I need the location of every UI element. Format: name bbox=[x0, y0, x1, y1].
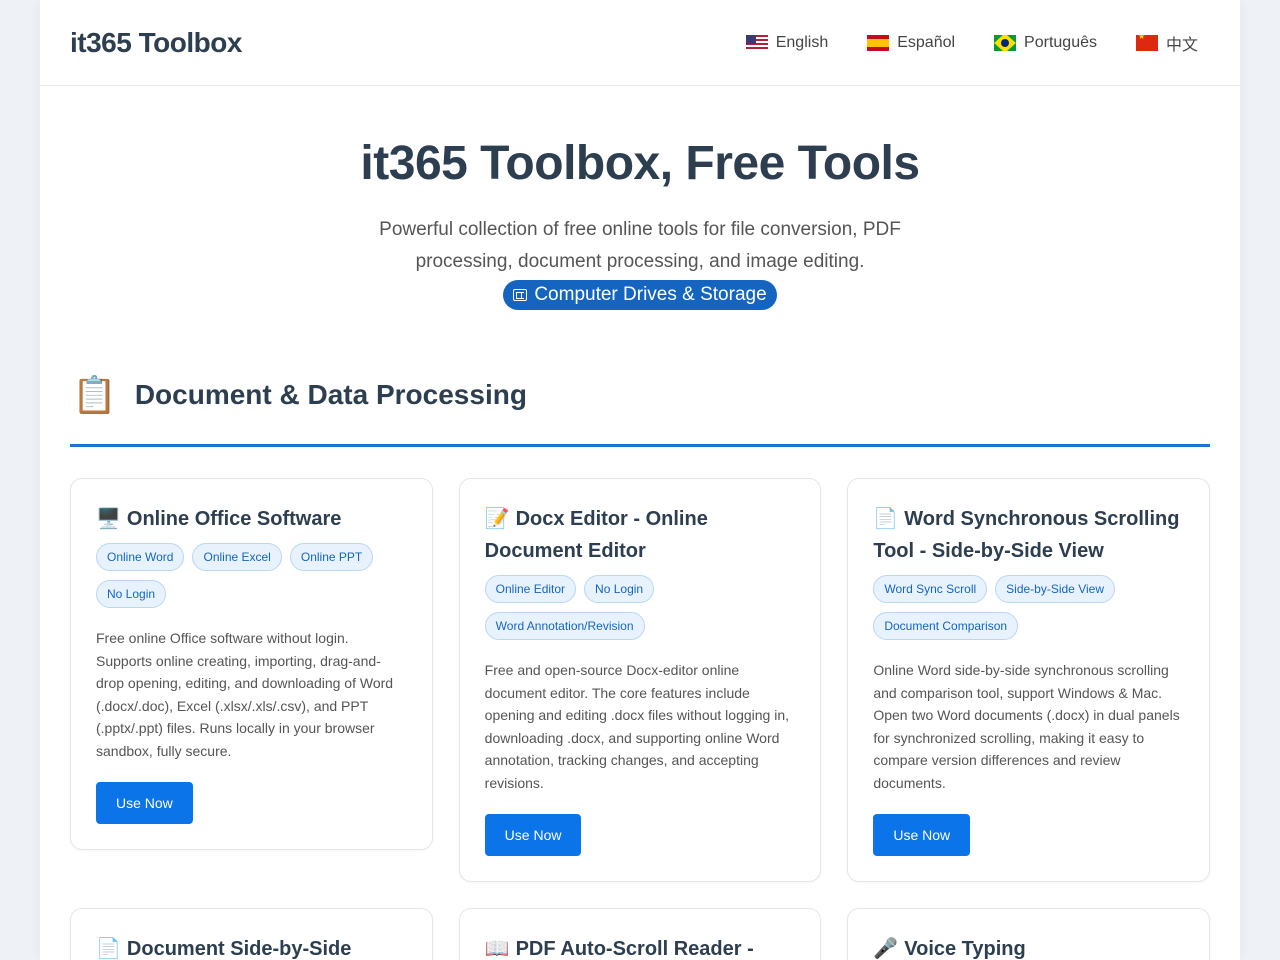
tag[interactable]: Online Excel bbox=[192, 543, 282, 571]
card-title: 🎤 Voice Typing bbox=[873, 938, 1026, 960]
spain-flag-icon bbox=[867, 34, 890, 51]
card-tags: Online Editor No Login Word Annotation/R… bbox=[484, 575, 796, 640]
card-description: Free online Office software without logi… bbox=[96, 630, 394, 759]
hero-section: it365 Toolbox, Free Tools Powerful colle… bbox=[40, 86, 1240, 310]
lang-label: Português bbox=[1024, 33, 1097, 51]
tag[interactable]: Online PPT bbox=[289, 543, 374, 571]
tag[interactable]: Online Word bbox=[96, 543, 185, 571]
tool-card-pdf-auto-scroll: 📖 PDF Auto-Scroll Reader - bbox=[458, 908, 822, 960]
use-now-button[interactable]: Use Now bbox=[873, 814, 971, 856]
use-now-button[interactable]: Use Now bbox=[96, 782, 193, 824]
tool-cards-row-2: 📄 Document Side-by-Side 📖 PDF Auto-Scroll … bbox=[40, 882, 1240, 960]
tag[interactable]: Document Comparison bbox=[873, 612, 1019, 640]
clipboard-icon: 📋 bbox=[72, 373, 117, 415]
tag[interactable]: Word Annotation/Revision bbox=[484, 612, 645, 640]
memo-icon: 📝 bbox=[484, 508, 510, 530]
site-logo[interactable]: it365 Toolbox bbox=[70, 27, 242, 59]
microphone-icon: 🎤 bbox=[873, 938, 899, 960]
lang-label: Español bbox=[897, 33, 956, 51]
tool-card-docx-editor: 📝 Docx Editor - Online Document Editor On… bbox=[458, 478, 822, 882]
tag[interactable]: No Login bbox=[584, 575, 655, 603]
lang-chinese-link[interactable]: 中文 bbox=[1135, 31, 1198, 55]
lang-label: English bbox=[775, 33, 829, 51]
card-tags: Word Sync Scroll Side-by-Side View Docum… bbox=[873, 575, 1184, 640]
section-title: Document & Data Processing bbox=[134, 378, 527, 410]
lang-spanish-link[interactable]: Español bbox=[867, 34, 955, 52]
tag[interactable]: Side-by-Side View bbox=[995, 575, 1115, 603]
card-title: 📄 Word Synchronous Scrolling Tool - Side-… bbox=[873, 508, 1180, 562]
lang-portuguese-link[interactable]: Português bbox=[994, 34, 1097, 52]
us-flag-icon bbox=[745, 34, 768, 51]
tool-card-word-sync-scroll: 📄 Word Synchronous Scrolling Tool - Side-… bbox=[847, 478, 1211, 882]
tool-card-voice-typing: 🎤 Voice Typing bbox=[847, 908, 1211, 960]
tool-cards-row: 🖥️ Online Office Software Online Word Onl… bbox=[40, 447, 1240, 882]
section-header: 📋 Document & Data Processing bbox=[70, 365, 1210, 447]
card-title: 📝 Docx Editor - Online Document Editor bbox=[484, 508, 708, 562]
card-title: 🖥️ Online Office Software bbox=[96, 508, 342, 530]
page-title: it365 Toolbox, Free Tools bbox=[360, 137, 920, 190]
document-icon: 📄 bbox=[96, 938, 121, 960]
computer-icon: 🖥️ bbox=[96, 508, 121, 530]
drives-storage-link[interactable]: Computer Drives & Storage bbox=[503, 280, 777, 310]
lang-label: 中文 bbox=[1165, 36, 1198, 54]
lang-english-link[interactable]: English bbox=[745, 33, 829, 52]
card-title: 📄 Document Side-by-Side bbox=[96, 938, 352, 960]
card-description: Free and open-source Docx-editor online … bbox=[484, 662, 789, 791]
card-tags: Online Word Online Excel Online PPT No L… bbox=[96, 543, 407, 608]
use-now-button[interactable]: Use Now bbox=[484, 814, 582, 856]
tag[interactable]: No Login bbox=[96, 580, 167, 608]
brazil-flag-icon bbox=[994, 34, 1017, 51]
china-flag-icon bbox=[1135, 34, 1158, 51]
card-title: 📖 PDF Auto-Scroll Reader - bbox=[484, 938, 754, 960]
storage-card-icon bbox=[513, 289, 528, 301]
pill-label: Computer Drives & Storage bbox=[534, 284, 767, 305]
page-container: it365 Toolbox English Español Português … bbox=[40, 0, 1240, 960]
tool-card-online-office: 🖥️ Online Office Software Online Word Onl… bbox=[70, 478, 433, 850]
site-header: it365 Toolbox English Español Português … bbox=[40, 0, 1240, 86]
tag[interactable]: Word Sync Scroll bbox=[873, 575, 988, 603]
page-subtitle: Powerful collection of free online tools… bbox=[379, 219, 901, 272]
tool-card-doc-side-by-side: 📄 Document Side-by-Side bbox=[70, 908, 433, 960]
document-icon: 📄 bbox=[873, 508, 899, 530]
card-description: Online Word side-by-side synchronous scr… bbox=[873, 662, 1180, 791]
open-book-icon: 📖 bbox=[484, 938, 510, 960]
language-switcher: English Español Português 中文 bbox=[707, 31, 1198, 55]
tag[interactable]: Online Editor bbox=[484, 575, 577, 603]
